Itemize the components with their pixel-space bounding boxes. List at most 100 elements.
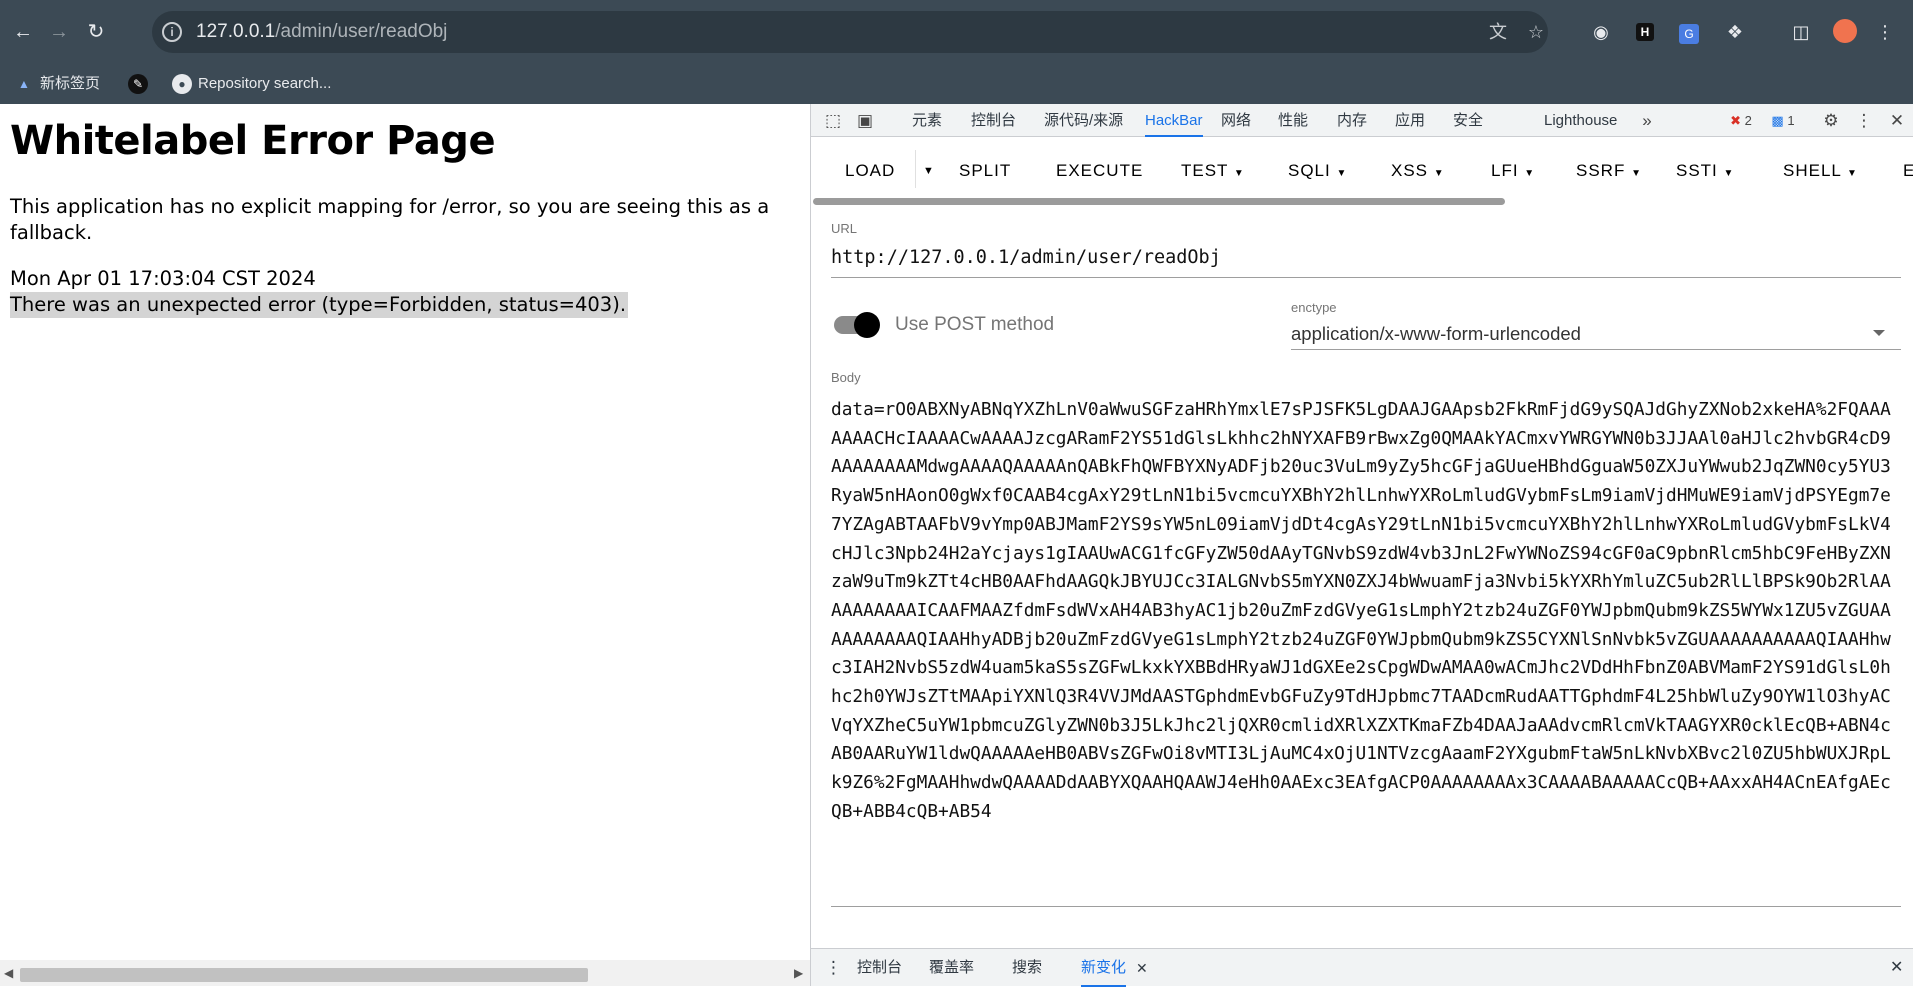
enctype-select[interactable]: application/x-www-form-urlencoded	[1291, 323, 1581, 345]
wrench-icon: ✎	[128, 74, 148, 95]
url-input[interactable]: http://127.0.0.1/admin/user/readObj	[831, 247, 1221, 268]
test-label: TEST	[1181, 161, 1229, 180]
url-path: /admin/user/readObj	[275, 21, 448, 42]
error-timestamp: Mon Apr 01 17:03:04 CST 2024	[10, 267, 316, 290]
hackbar-extension-icon[interactable]: H	[1632, 19, 1658, 45]
xss-label: XSS	[1391, 161, 1429, 180]
forward-icon[interactable]: →	[43, 16, 75, 48]
drawer-menu-icon[interactable]: ⋮	[825, 949, 842, 987]
drawer-tab-coverage[interactable]: 覆盖率	[929, 949, 974, 987]
chevron-down-icon: ▼	[1723, 168, 1735, 179]
shell-menu-button[interactable]: SHELL ▼	[1783, 159, 1858, 183]
sqli-label: SQLI	[1288, 161, 1331, 180]
ssrf-label: SSRF	[1576, 161, 1626, 180]
chevron-down-icon: ▼	[1846, 168, 1858, 179]
address-url[interactable]: 127.0.0.1/admin/user/readObj	[196, 11, 447, 53]
chevron-down-icon: ▼	[1233, 168, 1245, 179]
more-tabs-icon[interactable]: »	[1636, 110, 1658, 132]
new-tab-icon: ▲	[18, 77, 30, 92]
load-button[interactable]: LOAD	[845, 159, 895, 183]
bookmark-new-tab[interactable]: ▲ 新标签页	[14, 72, 100, 96]
ssti-menu-button[interactable]: SSTI ▼	[1676, 159, 1734, 183]
split-button[interactable]: SPLIT	[959, 159, 1011, 183]
site-info-icon[interactable]: i	[162, 22, 182, 42]
bookmarks-bar: ▲ 新标签页 ✎ ● Repository search...	[0, 64, 1913, 104]
post-method-toggle[interactable]	[834, 312, 880, 338]
bookmark-label: Repository search...	[198, 75, 332, 92]
enctype-underline	[1291, 349, 1901, 350]
tab-hackbar[interactable]: HackBar	[1145, 104, 1203, 137]
devtools-panel: ⬚ ▣ 元素 控制台 源代码/来源 HackBar 网络 性能 内存 应用 安全…	[810, 104, 1913, 987]
message-count: 1	[1787, 113, 1795, 128]
scroll-left-icon[interactable]: ◀	[4, 966, 13, 980]
back-icon[interactable]: ←	[7, 16, 39, 48]
drawer-tab-changes[interactable]: 新变化	[1081, 949, 1127, 987]
chevron-down-icon: ▼	[1433, 168, 1445, 179]
translate-icon[interactable]: 文	[1486, 22, 1510, 42]
extensions-puzzle-icon[interactable]: ❖	[1722, 19, 1748, 45]
page-title: Whitelabel Error Page	[10, 118, 496, 164]
url-field-label: URL	[831, 221, 858, 236]
error-count-badge[interactable]: ✖ 2	[1723, 110, 1759, 132]
body-field-label: Body	[831, 370, 861, 385]
sqli-menu-button[interactable]: SQLI ▼	[1288, 159, 1347, 183]
device-toolbar-icon[interactable]: ▣	[854, 110, 876, 132]
bookmark-label: 新标签页	[40, 75, 101, 92]
enctype-label: enctype	[1291, 300, 1337, 315]
tab-sources[interactable]: 源代码/来源	[1044, 104, 1123, 137]
chevron-down-icon[interactable]	[1873, 330, 1885, 336]
tab-lighthouse[interactable]: Lighthouse	[1544, 104, 1617, 137]
close-devtools-icon[interactable]: ✕	[1886, 110, 1908, 132]
bookmark-star-icon[interactable]: ☆	[1524, 22, 1548, 42]
inspect-element-icon[interactable]: ⬚	[822, 110, 844, 132]
address-bar[interactable]: i 127.0.0.1/admin/user/readObj 文 ☆	[152, 11, 1548, 53]
tab-console[interactable]: 控制台	[971, 104, 1016, 137]
tab-network[interactable]: 网络	[1221, 104, 1251, 137]
chevron-down-icon: ▼	[1336, 168, 1348, 179]
devtools-drawer: ⋮ 控制台 覆盖率 搜索 新变化 ✕ ✕	[811, 948, 1913, 987]
bookmark-tool[interactable]: ✎	[128, 72, 154, 96]
scrollbar-thumb[interactable]	[20, 968, 588, 982]
error-detail: There was an unexpected error (type=Forb…	[10, 292, 629, 318]
chrome-menu-icon[interactable]: ⋮	[1872, 19, 1898, 45]
google-translate-extension-icon[interactable]: G	[1676, 19, 1702, 45]
body-textarea[interactable]: data=rO0ABXNyABNqYXZhLnV0aWwuSGFzaHRhYmx…	[831, 396, 1901, 827]
profile-avatar[interactable]	[1832, 19, 1858, 45]
reload-icon[interactable]: ↻	[80, 16, 112, 48]
test-menu-button[interactable]: TEST ▼	[1181, 159, 1245, 183]
error-message: This application has no explicit mapping…	[10, 195, 770, 244]
execute-button[interactable]: EXECUTE	[1056, 159, 1143, 183]
tab-security[interactable]: 安全	[1453, 104, 1483, 137]
error-icon: ✖	[1730, 113, 1742, 128]
lfi-label: LFI	[1491, 161, 1519, 180]
menu-scrollbar-thumb[interactable]	[813, 198, 1505, 205]
chevron-down-icon: ▼	[1631, 168, 1642, 179]
post-method-label: Use POST method	[895, 314, 1055, 335]
shell-label: SHELL	[1783, 161, 1842, 180]
url-input-underline	[831, 277, 1901, 278]
bookmark-repository-search[interactable]: ● Repository search...	[172, 72, 331, 96]
load-dropdown-icon[interactable]: ▼	[923, 159, 935, 183]
more-menu-button[interactable]: E	[1903, 159, 1913, 183]
lfi-menu-button[interactable]: LFI ▼	[1491, 159, 1535, 183]
tab-memory[interactable]: 内存	[1337, 104, 1367, 137]
drawer-tab-console[interactable]: 控制台	[857, 949, 902, 987]
tab-performance[interactable]: 性能	[1278, 104, 1308, 137]
record-extension-icon[interactable]: ◉	[1588, 19, 1614, 45]
side-panel-icon[interactable]: ◫	[1788, 19, 1814, 45]
close-drawer-icon[interactable]: ✕	[1890, 949, 1903, 987]
tab-elements[interactable]: 元素	[912, 104, 942, 137]
horizontal-scrollbar[interactable]: ◀ ▶	[0, 960, 810, 986]
xss-menu-button[interactable]: XSS ▼	[1391, 159, 1445, 183]
close-tab-icon[interactable]: ✕	[1136, 949, 1148, 987]
chevron-down-icon: ▼	[1524, 168, 1536, 179]
message-count-badge[interactable]: ▩ 1	[1765, 110, 1801, 132]
drawer-tab-search[interactable]: 搜索	[1012, 949, 1042, 987]
ssti-label: SSTI	[1676, 161, 1718, 180]
url-host: 127.0.0.1	[196, 21, 276, 42]
scroll-right-icon[interactable]: ▶	[794, 966, 803, 980]
settings-gear-icon[interactable]: ⚙	[1820, 110, 1842, 132]
tab-application[interactable]: 应用	[1395, 104, 1425, 137]
ssrf-menu-button[interactable]: SSRF ▼	[1576, 159, 1642, 183]
devtools-menu-icon[interactable]: ⋮	[1853, 110, 1875, 132]
